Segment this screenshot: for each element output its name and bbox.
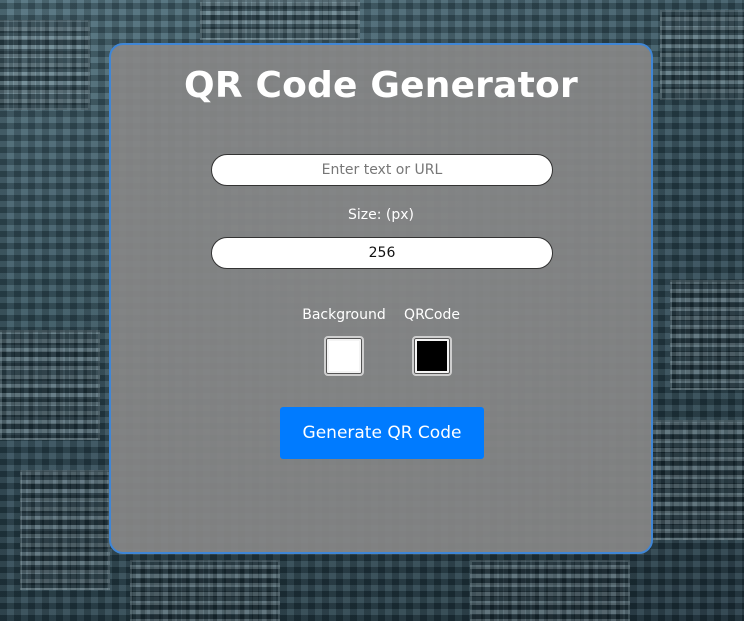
qrcode-color-group: QRCode [387, 307, 477, 376]
background-color-label: Background [302, 307, 386, 323]
background-cube [200, 0, 360, 40]
background-cube [660, 10, 744, 100]
qrcode-color-picker[interactable] [412, 336, 452, 376]
generator-card: QR Code Generator Size: (px) Background … [109, 43, 653, 554]
background-cube [130, 560, 280, 621]
size-input[interactable] [211, 237, 553, 269]
qrcode-color-label: QRCode [404, 307, 460, 323]
background-color-group: Background [299, 307, 389, 376]
generate-qr-button[interactable]: Generate QR Code [280, 407, 484, 459]
background-cube [470, 560, 630, 621]
qrcode-color-swatch [417, 341, 447, 371]
background-cube [670, 280, 744, 390]
size-label: Size: (px) [347, 207, 414, 223]
page-title: QR Code Generator [184, 65, 578, 106]
background-cube [20, 470, 110, 590]
text-url-input[interactable] [211, 154, 553, 186]
background-color-swatch [329, 341, 359, 371]
background-cube [0, 330, 100, 440]
background-cube [650, 420, 744, 540]
background-cube [0, 20, 90, 110]
background-color-picker[interactable] [324, 336, 364, 376]
